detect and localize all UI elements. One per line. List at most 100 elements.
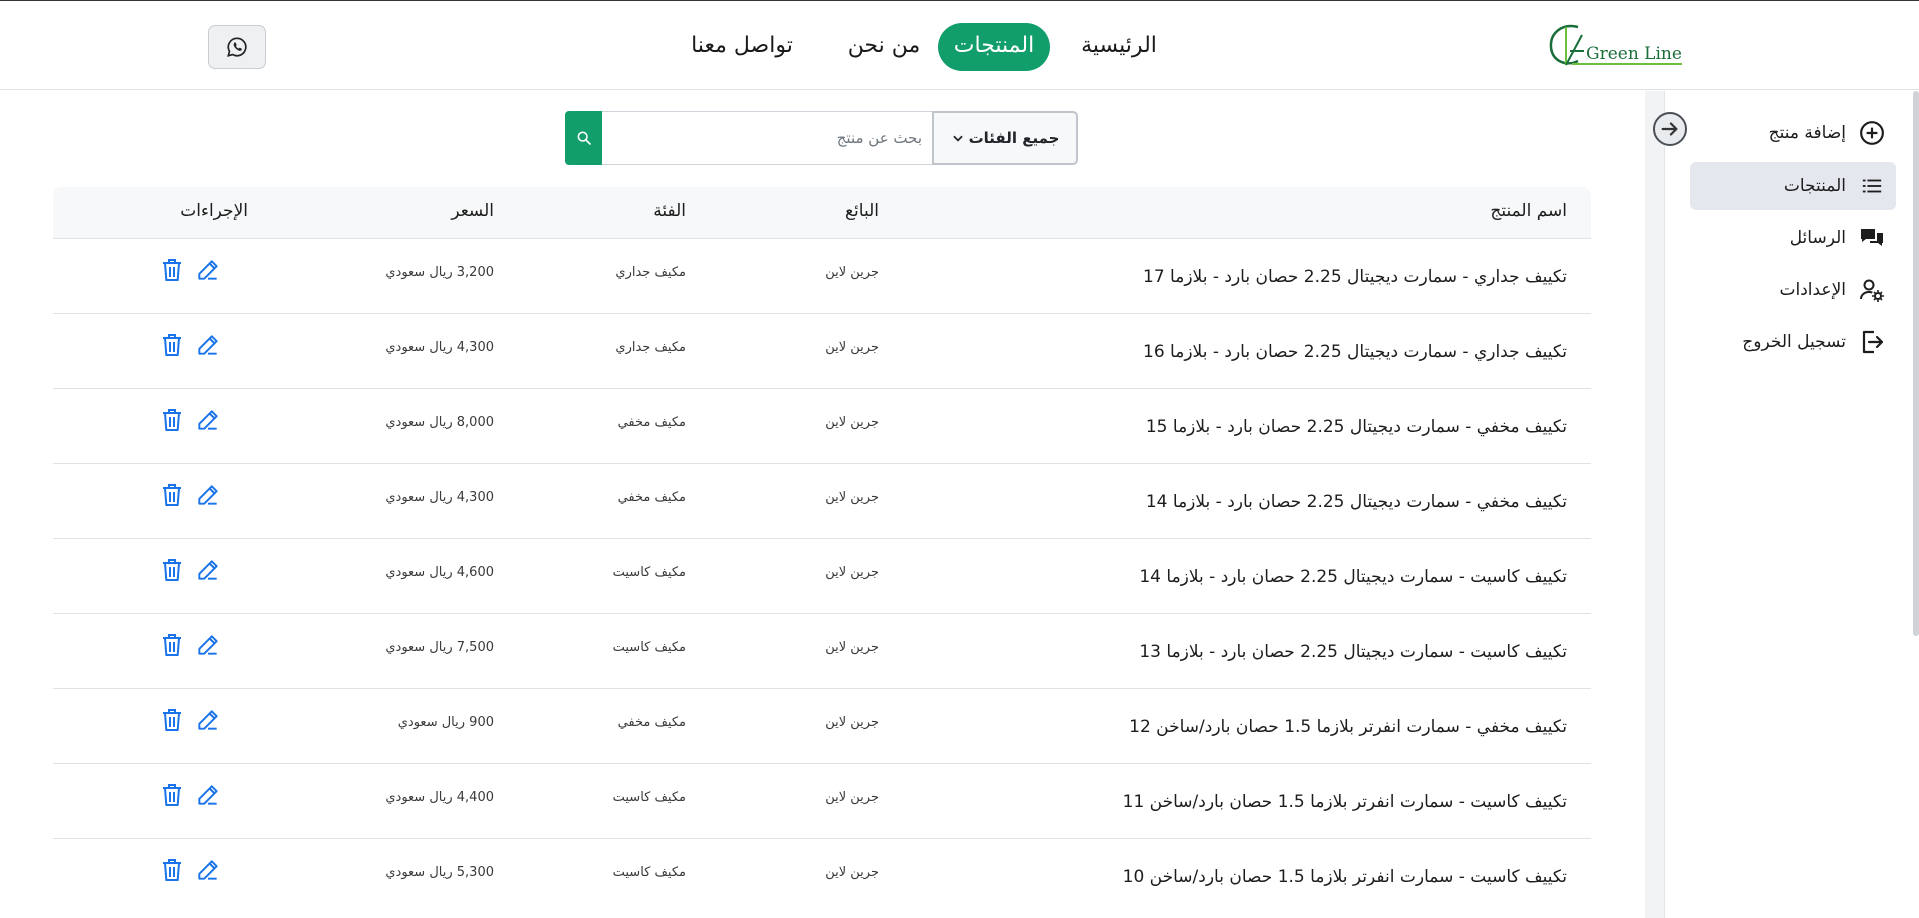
product-category: مكيف كاسيت bbox=[612, 790, 686, 805]
sidebar-item-settings[interactable]: الإعدادات bbox=[1690, 266, 1896, 314]
plus-circle-icon bbox=[1858, 119, 1886, 147]
product-price: 900 ريال سعودي bbox=[397, 715, 494, 730]
table-row: تكييف كاسيت - سمارت انفرتر بلازما 1.5 حص… bbox=[53, 838, 1591, 913]
product-name: تكييف كاسيت - سمارت ديجيتال 2.25 حصان با… bbox=[1139, 567, 1567, 587]
table-row: تكييف كاسيت - سمارت ديجيتال 2.25 حصان با… bbox=[53, 538, 1591, 613]
product-name: تكييف كاسيت - سمارت انفرتر بلازما 1.5 حص… bbox=[1122, 867, 1567, 887]
delete-icon[interactable] bbox=[157, 480, 187, 510]
sidebar-item-products[interactable]: المنتجات bbox=[1690, 162, 1896, 210]
col-header-name: اسم المنتج bbox=[1490, 201, 1567, 221]
product-category: مكيف جداري bbox=[615, 265, 686, 280]
sidebar-item-label: الإعدادات bbox=[1779, 280, 1846, 300]
search-icon bbox=[577, 131, 591, 145]
product-category: مكيف مخفي bbox=[617, 715, 686, 730]
col-header-seller: البائع bbox=[845, 201, 879, 221]
edit-icon[interactable] bbox=[193, 780, 223, 810]
table-row: تكييف جداري - سمارت ديجيتال 2.25 حصان با… bbox=[53, 238, 1591, 313]
chevron-down-icon bbox=[952, 135, 963, 142]
user-gear-icon bbox=[1858, 276, 1886, 304]
table-header: اسم المنتج البائع الفئة السعر الإجراءات bbox=[53, 187, 1591, 238]
category-select[interactable]: جميع الفئات bbox=[932, 111, 1078, 165]
page-scrollbar[interactable] bbox=[1913, 91, 1919, 636]
delete-icon[interactable] bbox=[157, 330, 187, 360]
nav-products[interactable]: المنتجات bbox=[938, 23, 1050, 71]
product-price: 7,500 ريال سعودي bbox=[385, 640, 494, 655]
list-icon bbox=[1858, 172, 1886, 200]
delete-icon[interactable] bbox=[157, 555, 187, 585]
sidebar-item-messages[interactable]: الرسائل bbox=[1690, 214, 1896, 262]
delete-icon[interactable] bbox=[157, 405, 187, 435]
product-seller: جرين لاين bbox=[825, 865, 879, 880]
chat-icon bbox=[1858, 224, 1886, 252]
sidebar-item-add-product[interactable]: إضافة منتج bbox=[1690, 109, 1896, 157]
delete-icon[interactable] bbox=[157, 630, 187, 660]
edit-icon[interactable] bbox=[193, 855, 223, 885]
table-row: تكييف كاسيت - سمارت انفرتر بلازما 1.5 حص… bbox=[53, 763, 1591, 838]
sidebar-toggle-button[interactable] bbox=[1653, 112, 1687, 146]
table-row: تكييف جداري - سمارت ديجيتال 2.25 حصان با… bbox=[53, 313, 1591, 388]
delete-icon[interactable] bbox=[157, 780, 187, 810]
search-button[interactable] bbox=[565, 111, 602, 165]
sidebar-item-label: إضافة منتج bbox=[1768, 123, 1846, 143]
product-seller: جرين لاين bbox=[825, 340, 879, 355]
logo-underline bbox=[1572, 63, 1682, 65]
product-price: 4,300 ريال سعودي bbox=[385, 490, 494, 505]
product-category: مكيف مخفي bbox=[617, 490, 686, 505]
logo[interactable]: Green Line bbox=[1548, 21, 1682, 69]
edit-icon[interactable] bbox=[193, 330, 223, 360]
top-header: Green Line الرئيسية المنتجات من نحن تواص… bbox=[0, 0, 1919, 90]
product-name: تكييف مخفي - سمارت انفرتر بلازما 1.5 حصا… bbox=[1129, 717, 1567, 737]
product-name: تكييف جداري - سمارت ديجيتال 2.25 حصان با… bbox=[1143, 342, 1567, 362]
product-price: 4,400 ريال سعودي bbox=[385, 790, 494, 805]
sidebar-item-logout[interactable]: تسجيل الخروج bbox=[1690, 318, 1896, 366]
col-header-category: الفئة bbox=[653, 201, 686, 221]
table-row: تكييف مخفي - سمارت انفرتر بلازما 1.5 حصا… bbox=[53, 688, 1591, 763]
search-bar: جميع الفئات bbox=[565, 111, 1078, 165]
sidebar-item-label: تسجيل الخروج bbox=[1742, 332, 1846, 352]
product-category: مكيف جداري bbox=[615, 340, 686, 355]
nav-about[interactable]: من نحن bbox=[832, 23, 936, 71]
product-name: تكييف مخفي - سمارت ديجيتال 2.25 حصان بار… bbox=[1145, 492, 1567, 512]
product-price: 4,600 ريال سعودي bbox=[385, 565, 494, 580]
product-seller: جرين لاين bbox=[825, 790, 879, 805]
table-body: تكييف جداري - سمارت ديجيتال 2.25 حصان با… bbox=[53, 238, 1591, 913]
nav-contact[interactable]: تواصل معنا bbox=[684, 23, 800, 71]
edit-icon[interactable] bbox=[193, 255, 223, 285]
edit-icon[interactable] bbox=[193, 705, 223, 735]
product-price: 5,300 ريال سعودي bbox=[385, 865, 494, 880]
delete-icon[interactable] bbox=[157, 705, 187, 735]
whatsapp-button[interactable] bbox=[208, 25, 266, 69]
arrow-right-icon bbox=[1661, 122, 1678, 136]
edit-icon[interactable] bbox=[193, 555, 223, 585]
delete-icon[interactable] bbox=[157, 855, 187, 885]
product-seller: جرين لاين bbox=[825, 715, 879, 730]
products-table: اسم المنتج البائع الفئة السعر الإجراءات … bbox=[53, 187, 1591, 913]
product-seller: جرين لاين bbox=[825, 415, 879, 430]
delete-icon[interactable] bbox=[157, 255, 187, 285]
product-name: تكييف مخفي - سمارت ديجيتال 2.25 حصان بار… bbox=[1145, 417, 1567, 437]
edit-icon[interactable] bbox=[193, 630, 223, 660]
table-row: تكييف مخفي - سمارت ديجيتال 2.25 حصان بار… bbox=[53, 388, 1591, 463]
search-input[interactable] bbox=[602, 111, 932, 165]
edit-icon[interactable] bbox=[193, 480, 223, 510]
product-seller: جرين لاين bbox=[825, 490, 879, 505]
nav-home[interactable]: الرئيسية bbox=[1072, 23, 1166, 71]
table-row: تكييف كاسيت - سمارت ديجيتال 2.25 حصان با… bbox=[53, 613, 1591, 688]
category-select-label: جميع الفئات bbox=[968, 129, 1060, 147]
product-category: مكيف كاسيت bbox=[612, 640, 686, 655]
product-name: تكييف كاسيت - سمارت ديجيتال 2.25 حصان با… bbox=[1139, 642, 1567, 662]
product-seller: جرين لاين bbox=[825, 565, 879, 580]
sidebar-gutter bbox=[1645, 91, 1664, 918]
product-seller: جرين لاين bbox=[825, 265, 879, 280]
whatsapp-icon bbox=[227, 37, 247, 57]
product-category: مكيف كاسيت bbox=[612, 565, 686, 580]
col-header-actions: الإجراءات bbox=[180, 201, 248, 221]
logo-text: Green Line bbox=[1586, 44, 1682, 64]
logout-icon bbox=[1858, 328, 1886, 356]
product-price: 8,000 ريال سعودي bbox=[385, 415, 494, 430]
sidebar-item-label: المنتجات bbox=[1783, 176, 1846, 196]
edit-icon[interactable] bbox=[193, 405, 223, 435]
table-row: تكييف مخفي - سمارت ديجيتال 2.25 حصان بار… bbox=[53, 463, 1591, 538]
product-category: مكيف كاسيت bbox=[612, 865, 686, 880]
product-category: مكيف مخفي bbox=[617, 415, 686, 430]
